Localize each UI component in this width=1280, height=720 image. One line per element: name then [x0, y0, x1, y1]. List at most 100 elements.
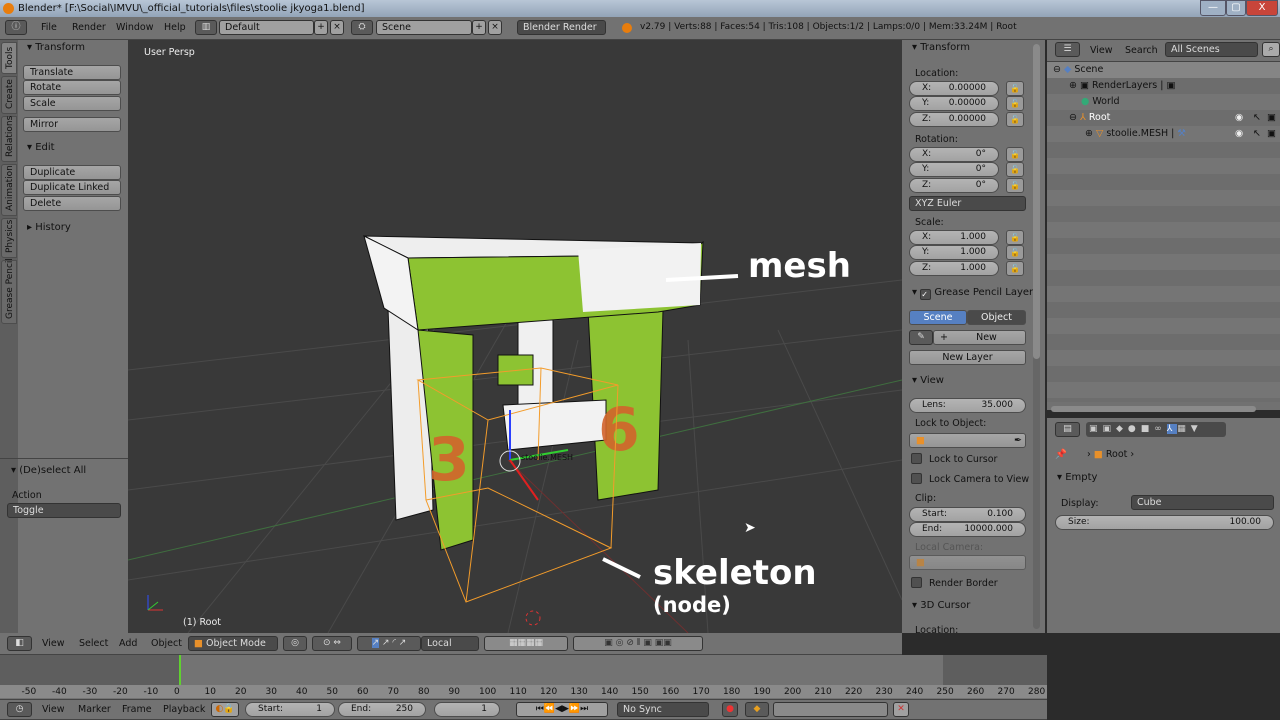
rotation-z-field[interactable]: Z: 0°	[909, 178, 999, 193]
lock-icon[interactable]: 🔓	[1006, 147, 1024, 162]
menu-render[interactable]: Render	[72, 22, 106, 33]
render-icon[interactable]: ▣	[1267, 112, 1276, 123]
outliner-editor-icon[interactable]: ☰	[1055, 42, 1080, 57]
lock-icon[interactable]: 🔓	[1006, 112, 1024, 127]
preview-range-icon[interactable]: ◐🔒	[211, 702, 239, 717]
rotation-x-field[interactable]: X: 0°	[909, 147, 999, 162]
tab-tools[interactable]: Tools	[1, 42, 17, 74]
editor-type-timeline-icon[interactable]: ◷	[7, 702, 32, 717]
pencil-icon[interactable]: ✎	[909, 330, 933, 345]
lock-to-cursor-checkbox[interactable]	[911, 453, 922, 464]
lock-icon[interactable]: 🔓	[1006, 81, 1024, 96]
tab-relations[interactable]: Relations	[1, 116, 17, 162]
operator-panel-header[interactable]: ▾ (De)select All	[11, 465, 86, 476]
3d-viewport[interactable]: 3 6 User Persp stoolie.MESH (1) Root mes…	[128, 40, 902, 633]
outliner-item-renderlayers[interactable]: ⊕ ▣ RenderLayers | ▣	[1069, 80, 1175, 91]
menu-select[interactable]: Select	[79, 638, 108, 649]
properties-editor-icon[interactable]: ▤	[1055, 422, 1080, 437]
timeline-menu-view[interactable]: View	[42, 704, 65, 715]
select-cursor-icon[interactable]: ↖	[1253, 112, 1261, 123]
menu-window[interactable]: Window	[116, 22, 153, 33]
properties-context-tabs[interactable]: ▣▣◆●■∞⅄▦▼	[1086, 422, 1226, 437]
size-field[interactable]: Size: 100.00	[1055, 515, 1274, 530]
3d-cursor-panel-header[interactable]: ▾ 3D Cursor	[912, 600, 970, 611]
layout-icon[interactable]: ▥	[195, 20, 217, 35]
scene-select[interactable]: Scene	[376, 20, 472, 35]
tab-animation[interactable]: Animation	[1, 164, 17, 216]
add-layout-button[interactable]: +	[314, 20, 328, 35]
menu-file[interactable]: File	[41, 22, 57, 33]
duplicate-linked-button[interactable]: Duplicate Linked	[23, 180, 121, 195]
outliner-filter-select[interactable]: All Scenes	[1165, 42, 1258, 57]
lock-icon[interactable]: 🔓	[1006, 96, 1024, 111]
delete-button[interactable]: Delete	[23, 196, 121, 211]
record-button[interactable]: ●	[722, 702, 738, 717]
lock-icon[interactable]: 🔓	[1006, 230, 1024, 245]
snap-icons[interactable]: ▣ ◎ ⊘ ⫴ ▣ ▣▣	[573, 636, 703, 651]
timeline-menu-marker[interactable]: Marker	[78, 704, 111, 715]
lock-icon[interactable]: 🔓	[1006, 261, 1024, 276]
playback-controls[interactable]: ⏮⏪◀▶⏩⏭	[516, 702, 608, 717]
render-icon[interactable]: ▣	[1267, 128, 1276, 139]
keying-set-field[interactable]	[773, 702, 888, 717]
transform-orientation-select[interactable]: Local	[421, 636, 479, 651]
add-scene-button[interactable]: +	[472, 20, 486, 35]
lock-object-field[interactable]: ■ ✒	[909, 433, 1026, 448]
outliner-view-menu[interactable]: View	[1090, 45, 1113, 56]
outliner-item-world[interactable]: ● World	[1081, 96, 1120, 107]
action-select[interactable]: Toggle	[7, 503, 121, 518]
lock-camera-checkbox[interactable]	[911, 473, 922, 484]
current-frame-field[interactable]: 1	[434, 702, 500, 717]
delete-scene-button[interactable]: ×	[488, 20, 502, 35]
render-engine-select[interactable]: Blender Render	[517, 20, 606, 35]
tab-create[interactable]: Create	[1, 76, 17, 114]
eyedropper-icon[interactable]: ✒	[1014, 434, 1025, 447]
display-select[interactable]: Cube	[1131, 495, 1274, 510]
manipulator-icons[interactable]: ↗ ↗ ◜ ↗	[357, 636, 421, 651]
duplicate-button[interactable]: Duplicate	[23, 165, 121, 180]
pivot-point-icon[interactable]: ⊙ ⇔	[312, 636, 352, 651]
view-panel-header[interactable]: ▾ View	[912, 375, 944, 386]
grease-object-tab[interactable]: Object	[967, 310, 1026, 325]
location-z-field[interactable]: Z: 0.00000	[909, 112, 999, 127]
layout-select[interactable]: Default	[219, 20, 314, 35]
outliner-scrollbar[interactable]	[1051, 406, 1256, 412]
translate-button[interactable]: Translate	[23, 65, 121, 80]
outliner-item-stoolie-mesh[interactable]: ⊕ ▽ stoolie.MESH | ⚒	[1085, 128, 1186, 139]
location-x-field[interactable]: X: 0.00000	[909, 81, 999, 96]
visibility-eye-icon[interactable]: ◉	[1235, 128, 1243, 139]
outliner-search-menu[interactable]: Search	[1125, 45, 1158, 56]
history-panel-header[interactable]: ▸ History	[27, 222, 71, 233]
visibility-eye-icon[interactable]: ◉	[1235, 112, 1243, 123]
rotation-mode-select[interactable]: XYZ Euler	[909, 196, 1026, 211]
render-border-checkbox[interactable]	[911, 577, 922, 588]
empty-panel-header[interactable]: ▾ Empty	[1057, 472, 1097, 483]
lock-icon[interactable]: 🔓	[1006, 178, 1024, 193]
mode-select[interactable]: ■ Object Mode	[188, 636, 278, 651]
lock-icon[interactable]: 🔓	[1006, 245, 1024, 260]
scene-icon[interactable]: ⛭	[351, 20, 373, 35]
outliner-item-root[interactable]: ⊖ ⅄ Root	[1069, 112, 1110, 123]
npanel-scrollbar[interactable]	[1033, 44, 1040, 629]
insert-keyframe-icon[interactable]: ✕	[893, 702, 909, 717]
current-frame-marker[interactable]	[179, 655, 181, 685]
search-icon[interactable]: ⌕	[1262, 42, 1280, 57]
menu-help[interactable]: Help	[164, 22, 186, 33]
transform-panel-header[interactable]: ▾ Transform	[27, 42, 85, 53]
scale-z-field[interactable]: Z: 1.000	[909, 261, 999, 276]
grease-pencil-checkbox[interactable]: ✓	[920, 289, 932, 300]
grease-pencil-panel-header[interactable]: ▾ ✓ Grease Pencil Layers	[912, 287, 1038, 300]
minimize-button[interactable]: —	[1200, 0, 1226, 16]
mirror-button[interactable]: Mirror	[23, 117, 121, 132]
scale-button[interactable]: Scale	[23, 96, 121, 111]
viewport-shading-icon[interactable]: ◎	[283, 636, 307, 651]
editor-type-3d-icon[interactable]: ◧	[7, 636, 32, 651]
menu-add[interactable]: Add	[119, 638, 137, 649]
pin-icon[interactable]: 📌	[1055, 449, 1067, 460]
location-y-field[interactable]: Y: 0.00000	[909, 96, 999, 111]
close-button[interactable]: X	[1246, 0, 1278, 16]
sync-mode-select[interactable]: No Sync	[617, 702, 709, 717]
transform-panel-header[interactable]: ▾ Transform	[912, 42, 970, 53]
maximize-button[interactable]: ▢	[1226, 0, 1246, 16]
keying-set-icon[interactable]: ◆	[745, 702, 769, 717]
